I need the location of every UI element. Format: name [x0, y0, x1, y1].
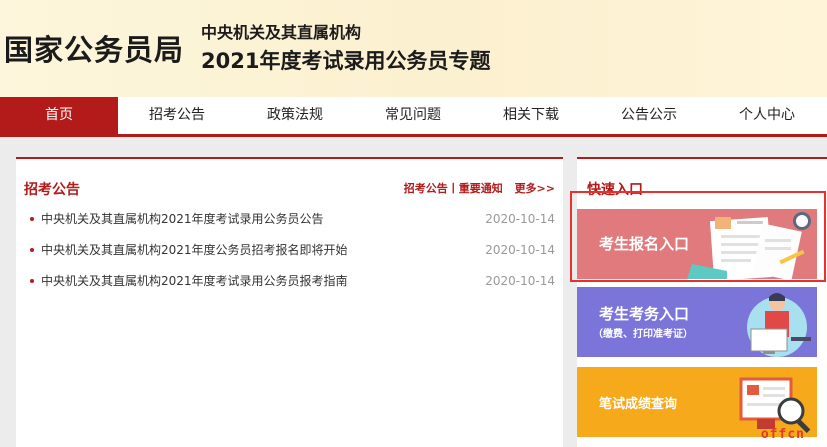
nav-item-personal-center[interactable]: 个人中心	[708, 97, 826, 134]
nav-item-recruitment[interactable]: 招考公告	[118, 97, 236, 134]
site-logo[interactable]: 国家公务员局	[4, 27, 184, 69]
list-item[interactable]: 中央机关及其直属机构2021年度考试录用公务员报考指南 2020-10-14	[16, 269, 563, 300]
exam-affairs-entry-label: 考生考务入口	[599, 305, 690, 323]
notice-date: 2020-10-14	[485, 212, 555, 226]
notice-title[interactable]: 中央机关及其直属机构2021年度公务员招考报名即将开始	[41, 243, 348, 257]
header-subtitle-topic: 2021年度考试录用公务员专题	[201, 49, 491, 73]
notices-panel: 招考公告 招考公告丨重要通知 更多>> 中央机关及其直属机构2021年度考试录用…	[16, 157, 563, 447]
site-header: 国家公务员局 中央机关及其直属机构 2021年度考试录用公务员专题	[0, 0, 827, 97]
header-subtitle-org: 中央机关及其直属机构	[201, 23, 362, 42]
exam-affairs-entry-button[interactable]: 考生考务入口 （缴费、打印准考证）	[577, 287, 817, 357]
notice-date: 2020-10-14	[485, 243, 555, 257]
notices-tabs: 招考公告丨重要通知 更多>>	[404, 180, 555, 196]
notices-title: 招考公告	[24, 182, 80, 198]
watermark-logo: offcn	[760, 427, 805, 442]
more-link[interactable]: 更多>>	[515, 182, 555, 195]
notice-title[interactable]: 中央机关及其直属机构2021年度考试录用公务员报考指南	[41, 274, 348, 288]
list-item[interactable]: 中央机关及其直属机构2021年度考试录用公务员公告 2020-10-14	[16, 207, 563, 238]
notice-title[interactable]: 中央机关及其直属机构2021年度考试录用公务员公告	[41, 212, 324, 226]
nav-item-policy[interactable]: 政策法规	[236, 97, 354, 134]
notices-tab-links[interactable]: 招考公告丨重要通知	[404, 182, 503, 195]
exam-score-entry-label: 笔试成绩查询	[599, 397, 678, 412]
list-item[interactable]: 中央机关及其直属机构2021年度公务员招考报名即将开始 2020-10-14	[16, 238, 563, 269]
nav-item-faq[interactable]: 常见问题	[354, 97, 472, 134]
register-entry-highlight	[570, 191, 826, 282]
notice-date: 2020-10-14	[485, 274, 555, 288]
main-nav: 首页 招考公告 政策法规 常见问题 相关下载 公告公示 个人中心	[0, 97, 827, 137]
notices-list: 中央机关及其直属机构2021年度考试录用公务员公告 2020-10-14 中央机…	[16, 207, 563, 300]
exam-affairs-entry-sub: （缴费、打印准考证）	[593, 329, 693, 340]
nav-item-announcements[interactable]: 公告公示	[590, 97, 708, 134]
nav-item-downloads[interactable]: 相关下载	[472, 97, 590, 134]
student-at-computer-icon	[747, 293, 811, 357]
nav-item-home[interactable]: 首页	[0, 97, 118, 134]
